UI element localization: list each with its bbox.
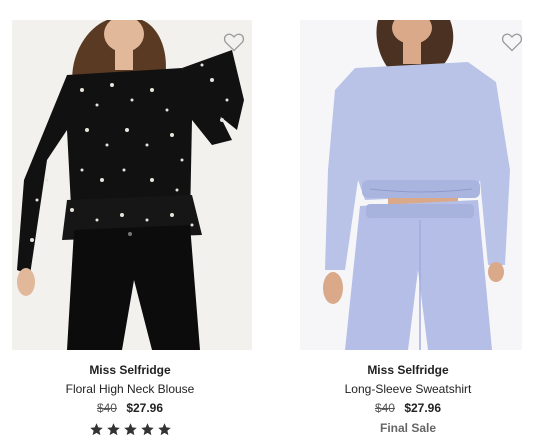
star-icon xyxy=(123,423,137,436)
product-title[interactable]: Floral High Neck Blouse xyxy=(0,381,260,397)
final-sale-tag: Final Sale xyxy=(379,421,437,435)
price-row: $40 $27.96 xyxy=(0,400,260,416)
star-icon xyxy=(106,423,120,436)
star-icon xyxy=(89,423,103,436)
product-image[interactable] xyxy=(300,20,522,350)
hand-shape xyxy=(17,268,35,296)
original-price: $40 xyxy=(374,401,395,415)
product-info: Miss Selfridge Floral High Neck Blouse $… xyxy=(0,362,260,442)
favorite-heart-icon[interactable] xyxy=(500,30,524,54)
rating-stars[interactable] xyxy=(89,422,172,437)
original-price: $40 xyxy=(96,401,117,415)
button-shape xyxy=(128,232,132,236)
joggers-shape xyxy=(345,200,492,350)
product-brand[interactable]: Miss Selfridge xyxy=(0,362,260,378)
price-row: $40 $27.96 xyxy=(278,400,538,416)
neck-shape xyxy=(403,38,421,64)
product-image[interactable] xyxy=(12,20,252,350)
product-photo xyxy=(17,20,244,350)
sale-price: $27.96 xyxy=(404,401,442,415)
star-icon xyxy=(157,423,171,436)
favorite-heart-icon[interactable] xyxy=(222,30,246,54)
product-card[interactable]: Miss Selfridge Long-Sleeve Sweatshirt $4… xyxy=(278,0,538,444)
product-title[interactable]: Long-Sleeve Sweatshirt xyxy=(278,381,538,397)
star-icon xyxy=(140,423,154,436)
hand-shape xyxy=(488,262,504,282)
product-info: Miss Selfridge Long-Sleeve Sweatshirt $4… xyxy=(278,362,538,436)
sale-price: $27.96 xyxy=(126,401,164,415)
waistband-shape xyxy=(362,180,480,198)
jogger-waistband-shape xyxy=(366,204,474,218)
neck-shape xyxy=(115,48,133,70)
hand-shape xyxy=(323,272,343,304)
product-grid: Miss Selfridge Floral High Neck Blouse $… xyxy=(0,0,545,444)
product-brand[interactable]: Miss Selfridge xyxy=(278,362,538,378)
product-card[interactable]: Miss Selfridge Floral High Neck Blouse $… xyxy=(0,0,260,444)
jeans-shape xyxy=(67,225,200,350)
product-photo xyxy=(323,20,510,350)
